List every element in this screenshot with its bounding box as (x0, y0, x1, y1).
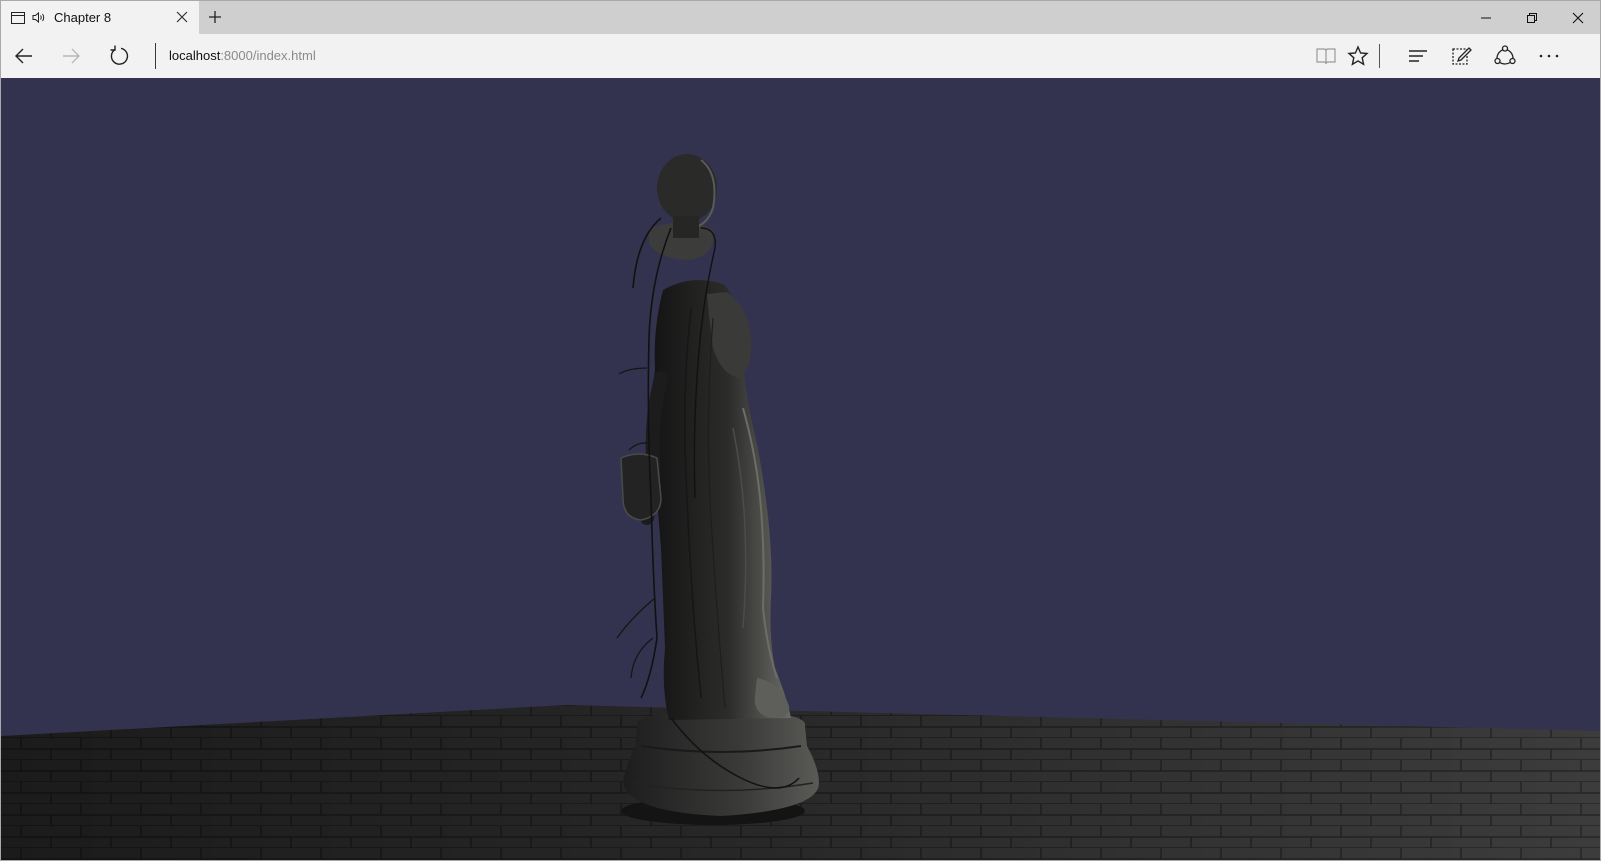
refresh-icon[interactable] (107, 44, 131, 68)
tab-title: Chapter 8 (54, 10, 112, 25)
address-bar[interactable]: localhost:8000/index.html (169, 48, 316, 63)
star-icon[interactable] (1346, 44, 1370, 68)
close-icon[interactable] (175, 10, 189, 24)
scene-render (1, 154, 1600, 860)
plus-icon[interactable] (208, 10, 222, 24)
minimize-button[interactable] (1463, 1, 1509, 34)
arrow-left-icon[interactable] (12, 44, 36, 68)
restore-icon (1527, 13, 1537, 23)
restore-button[interactable] (1509, 1, 1555, 34)
hub-icon[interactable] (1406, 44, 1430, 68)
page-icon (11, 11, 25, 24)
arrow-right-icon[interactable] (59, 44, 83, 68)
title-bar: Chapter 8 (1, 1, 1600, 34)
more-icon[interactable] (1537, 44, 1561, 68)
tab-chapter-8[interactable]: Chapter 8 (1, 1, 199, 34)
pen-note-icon[interactable] (1450, 44, 1474, 68)
speaker-icon[interactable] (32, 11, 46, 24)
book-icon[interactable] (1314, 44, 1338, 68)
statue-pedestal (623, 714, 819, 816)
webgl-canvas[interactable] (1, 78, 1600, 860)
toolbar-divider (1379, 44, 1380, 68)
share-icon[interactable] (1493, 44, 1517, 68)
browser-window: Chapter 8 localhost:8000/index.html (0, 0, 1601, 861)
address-divider (155, 43, 156, 69)
close-icon (1572, 12, 1584, 24)
address-path: :8000/index.html (220, 48, 316, 63)
minimize-icon (1481, 17, 1491, 19)
address-host: localhost (169, 48, 221, 63)
statue (616, 154, 800, 789)
navigation-bar: localhost:8000/index.html (1, 34, 1600, 79)
window-close-button[interactable] (1555, 1, 1600, 34)
